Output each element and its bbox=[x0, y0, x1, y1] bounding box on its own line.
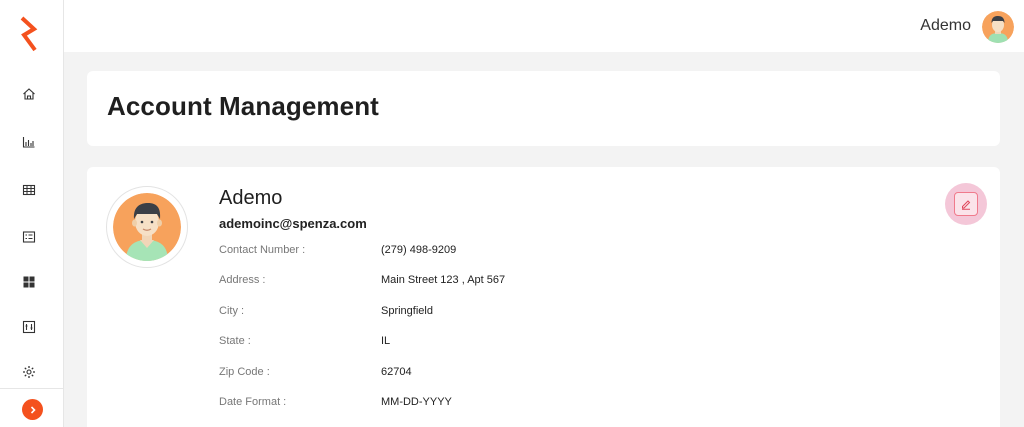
sidebar bbox=[0, 0, 64, 427]
field-label: State : bbox=[219, 335, 251, 347]
title-card: Account Management bbox=[87, 71, 1000, 146]
field-value: MM-DD-YYYY bbox=[381, 396, 452, 408]
avatar-icon[interactable] bbox=[982, 11, 1014, 43]
report-icon[interactable] bbox=[18, 316, 40, 338]
header-user-name: Ademo bbox=[920, 17, 971, 34]
field-zip-code: Zip Code : 62704 bbox=[219, 366, 412, 382]
field-label: Zip Code : bbox=[219, 366, 270, 378]
profile-name: Ademo bbox=[219, 187, 283, 209]
field-value: IL bbox=[381, 335, 391, 347]
sidebar-divider bbox=[0, 388, 64, 389]
field-label: Address : bbox=[219, 274, 266, 286]
field-state: State : IL bbox=[219, 335, 390, 351]
chevron-right-icon bbox=[30, 405, 36, 414]
field-label: Date Format : bbox=[219, 396, 287, 408]
profile-card: Ademo ademoinc@spenza.com Contact Number… bbox=[87, 167, 1000, 427]
field-label: Contact Number : bbox=[219, 244, 306, 256]
logo-icon[interactable] bbox=[18, 16, 40, 52]
field-value: (279) 498-9209 bbox=[381, 244, 457, 256]
field-date-format: Date Format : MM-DD-YYYY bbox=[219, 396, 452, 412]
bar-chart-icon[interactable] bbox=[18, 131, 40, 153]
home-icon[interactable] bbox=[18, 83, 40, 105]
field-value: Springfield bbox=[381, 305, 433, 317]
top-bar: Ademo bbox=[64, 0, 1024, 52]
avatar-frame bbox=[106, 186, 188, 268]
list-icon[interactable] bbox=[18, 226, 40, 248]
avatar bbox=[113, 193, 181, 261]
sidebar-expand-button[interactable] bbox=[22, 399, 43, 420]
field-city: City : Springfield bbox=[219, 305, 433, 321]
dashboard-icon[interactable] bbox=[18, 271, 40, 293]
edit-profile-button[interactable] bbox=[945, 183, 987, 225]
field-label: City : bbox=[219, 305, 245, 317]
gear-icon[interactable] bbox=[18, 361, 40, 383]
field-contact-number: Contact Number : (279) 498-9209 bbox=[219, 244, 456, 260]
field-value: Main Street 123 , Apt 567 bbox=[381, 274, 506, 286]
field-value: 62704 bbox=[381, 366, 412, 378]
edit-icon bbox=[954, 192, 978, 216]
page-title: Account Management bbox=[107, 91, 379, 121]
profile-email: ademoinc@spenza.com bbox=[219, 216, 367, 231]
grid-table-icon[interactable] bbox=[18, 179, 40, 201]
field-address: Address : Main Street 123 , Apt 567 bbox=[219, 274, 505, 290]
